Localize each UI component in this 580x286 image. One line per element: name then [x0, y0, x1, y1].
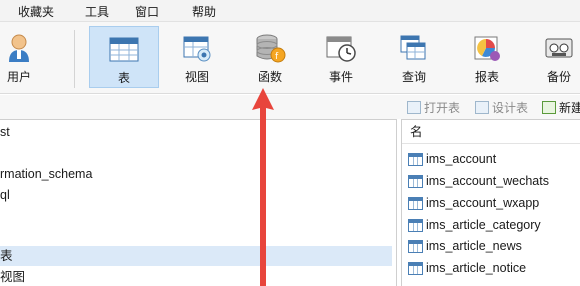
open-table-icon: [407, 101, 421, 114]
table-row[interactable]: ims_article_news: [408, 235, 522, 257]
table-row[interactable]: ims_article_category: [408, 214, 541, 236]
column-header-name[interactable]: 名: [402, 120, 580, 144]
table-icon: [408, 218, 423, 232]
new-table-label: 新建: [559, 101, 580, 115]
table-icon: [107, 33, 141, 65]
table-list[interactable]: 名 ims_account ims_account_wechats ims_ac…: [401, 119, 580, 286]
design-table-label: 设计表: [492, 101, 529, 115]
table-icon: [408, 152, 423, 166]
table-icon: [408, 261, 423, 275]
toolbar-report-button[interactable]: 报表: [452, 26, 522, 88]
event-icon: [324, 32, 358, 64]
menu-help[interactable]: 帮助: [192, 3, 216, 20]
table-row[interactable]: ims_account_wechats: [408, 170, 549, 192]
toolbar-function-label: 函数: [257, 70, 282, 84]
design-table-button[interactable]: 设计表: [475, 99, 528, 116]
menu-tools[interactable]: 工具: [85, 3, 109, 20]
toolbar-user-label: 用户: [6, 70, 31, 84]
backup-icon: [542, 32, 576, 64]
tree-item-database[interactable]: st: [0, 122, 10, 142]
toolbar-table-label: 表: [117, 71, 130, 85]
new-table-button[interactable]: 新建: [542, 99, 580, 116]
open-table-button[interactable]: 打开表: [407, 99, 460, 116]
table-row[interactable]: ims_account: [408, 148, 496, 170]
toolbar-query-label: 查询: [401, 70, 426, 84]
main-toolbar: 用户 表 视图 f 函数 事件 查询 报表 备份: [0, 22, 580, 94]
toolbar-event-label: 事件: [328, 70, 353, 84]
toolbar-user-button[interactable]: 用户: [0, 26, 54, 88]
toolbar-divider: [74, 30, 75, 88]
table-icon: [408, 196, 423, 210]
toolbar-table-button[interactable]: 表: [89, 26, 159, 88]
toolbar-report-label: 报表: [474, 70, 499, 84]
tree-item-database[interactable]: rmation_schema: [0, 164, 92, 184]
query-icon: [397, 32, 431, 64]
view-icon: [180, 32, 214, 64]
design-table-icon: [475, 101, 489, 114]
user-icon: [2, 32, 36, 64]
toolbar-backup-label: 备份: [546, 70, 571, 84]
table-icon: [408, 239, 423, 253]
tree-item-views[interactable]: 视图: [0, 267, 25, 286]
tree-item-tables[interactable]: 表: [0, 246, 392, 266]
function-icon: f: [253, 32, 287, 64]
connection-tree[interactable]: st rmation_schema ql 表 视图: [0, 119, 397, 286]
table-row[interactable]: ims_account_wxapp: [408, 192, 539, 214]
menu-favorites[interactable]: 收藏夹: [18, 3, 54, 20]
toolbar-view-button[interactable]: 视图: [162, 26, 232, 88]
report-icon: [470, 32, 504, 64]
toolbar-event-button[interactable]: 事件: [306, 26, 376, 88]
table-row[interactable]: ims_article_notice: [408, 257, 526, 279]
toolbar-backup-button[interactable]: 备份: [524, 26, 580, 88]
toolbar-view-label: 视图: [184, 70, 209, 84]
object-toolbar: 打开表 设计表 新建: [0, 95, 580, 119]
table-icon: [408, 174, 423, 188]
new-table-icon: [542, 101, 556, 114]
menu-bar: 收藏夹 工具 窗口 帮助: [0, 0, 580, 22]
tree-item-database[interactable]: ql: [0, 185, 10, 205]
toolbar-function-button[interactable]: f 函数: [235, 26, 305, 88]
toolbar-query-button[interactable]: 查询: [379, 26, 449, 88]
menu-window[interactable]: 窗口: [135, 3, 159, 20]
open-table-label: 打开表: [424, 101, 461, 115]
annotation-arrow-icon: [252, 88, 274, 286]
